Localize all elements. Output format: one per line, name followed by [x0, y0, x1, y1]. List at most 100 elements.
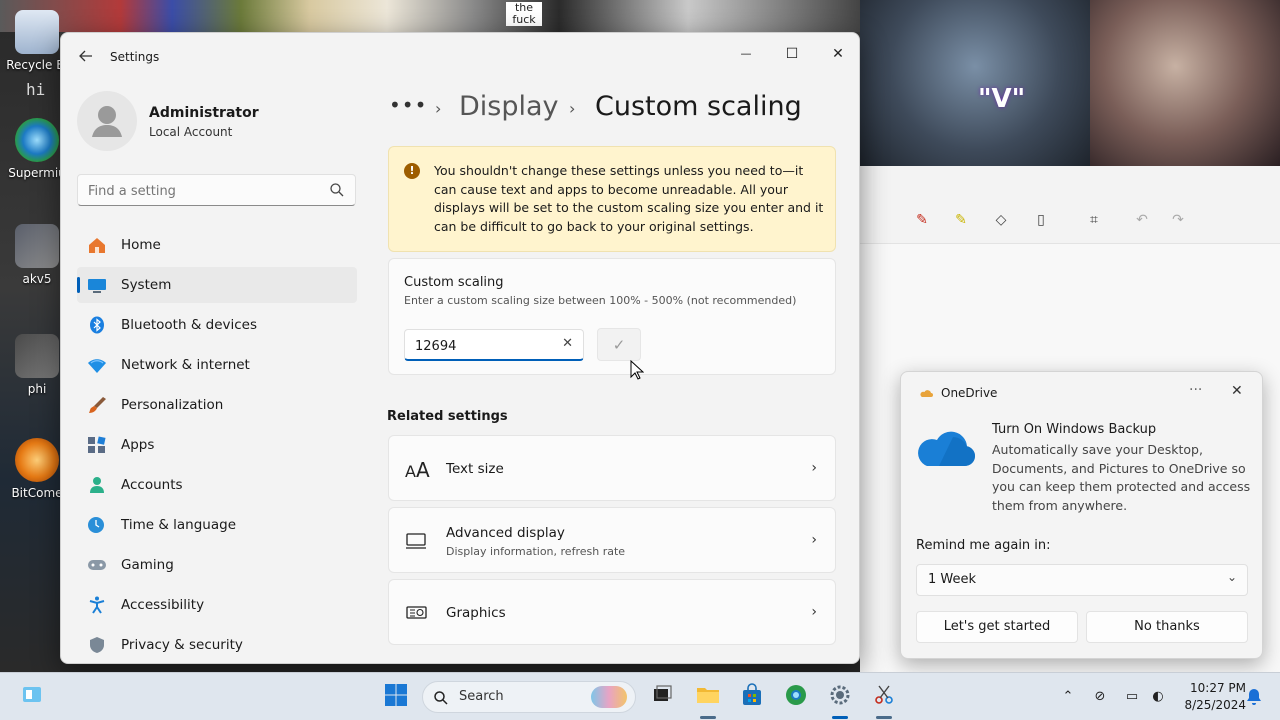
- toast-app-name: OneDrive: [941, 386, 998, 400]
- sidebar-item-label: System: [121, 277, 172, 293]
- sidebar-item-apps[interactable]: Apps: [77, 427, 357, 463]
- sidebar-item-label: Gaming: [121, 557, 174, 573]
- chevron-right-icon: ›: [569, 99, 576, 118]
- apps-icon: [88, 436, 106, 453]
- sidebar-item-network[interactable]: Network & internet: [77, 347, 357, 383]
- chevron-down-icon: ⌄: [1226, 570, 1237, 584]
- taskbar-clock[interactable]: 10:27 PM 8/25/2024: [1182, 680, 1246, 714]
- store-icon: [743, 683, 761, 705]
- browser-button[interactable]: [782, 683, 810, 711]
- text-size-row[interactable]: AA Text size ›: [388, 435, 836, 501]
- home-icon: [89, 238, 105, 253]
- settings-window: Settings — ☐ ✕ Administrator Local Accou…: [60, 32, 860, 664]
- breadcrumb-overflow[interactable]: •••: [389, 93, 427, 117]
- ruler-tool-icon[interactable]: ▯: [1029, 208, 1053, 232]
- browser-icon: [786, 685, 806, 705]
- warning-banner: ! You shouldn't change these settings un…: [388, 146, 836, 252]
- undo-icon[interactable]: ↶: [1130, 208, 1154, 232]
- account-name: Administrator: [149, 105, 259, 121]
- wallpaper-text-v: "V": [978, 84, 1026, 114]
- clear-icon[interactable]: ✕: [562, 336, 573, 351]
- back-button[interactable]: [75, 47, 97, 69]
- scissors-icon: [875, 685, 893, 704]
- show-hidden-icons-chevron-up-icon[interactable]: ⌃: [1058, 687, 1078, 707]
- display-icon[interactable]: ▭: [1122, 687, 1142, 707]
- gamepad-icon: [88, 560, 106, 570]
- recycle-bin-icon: [15, 10, 59, 54]
- bluetooth-icon: [90, 316, 104, 334]
- settings-search[interactable]: [77, 174, 356, 206]
- more-options-icon[interactable]: ···: [1189, 382, 1202, 398]
- mouse-cursor-icon: [630, 360, 644, 380]
- active-indicator: [876, 716, 892, 719]
- accessibility-icon: [89, 596, 105, 614]
- notification-bell-icon[interactable]: [1244, 687, 1264, 707]
- close-button[interactable]: ✕: [818, 39, 858, 69]
- sidebar-item-bluetooth[interactable]: Bluetooth & devices: [77, 307, 357, 343]
- file-explorer-button[interactable]: [694, 683, 722, 711]
- settings-search-input[interactable]: [88, 181, 318, 201]
- active-indicator: [700, 716, 716, 719]
- eraser-tool-icon[interactable]: ◇: [989, 208, 1013, 232]
- onedrive-notification: OneDrive ··· ✕ Turn On Windows Backup Au…: [900, 371, 1263, 659]
- widgets-button[interactable]: [18, 683, 46, 711]
- sidebar-item-accounts[interactable]: Accounts: [77, 467, 357, 503]
- task-view-button[interactable]: [648, 683, 676, 711]
- warning-text: You shouldn't change these settings unle…: [434, 163, 824, 234]
- user-icon: [92, 106, 122, 137]
- sidebar-item-system[interactable]: System: [77, 267, 357, 303]
- row-subtitle: Display information, refresh rate: [446, 545, 626, 558]
- sidebar-item-home[interactable]: Home: [77, 227, 357, 263]
- minimize-button[interactable]: —: [726, 39, 766, 69]
- custom-scaling-input[interactable]: [415, 336, 545, 356]
- graphics-row[interactable]: Graphics ›: [388, 579, 836, 645]
- taskbar-search[interactable]: Search: [422, 681, 636, 713]
- back-arrow-icon: [79, 50, 92, 62]
- custom-scaling-card: Custom scaling Enter a custom scaling si…: [388, 258, 836, 375]
- onedrive-small-icon: [920, 390, 933, 397]
- bitcomet-icon: [15, 438, 59, 482]
- account-header[interactable]: Administrator Local Account: [75, 89, 365, 159]
- network-disconnected-icon[interactable]: ⊘: [1090, 687, 1110, 707]
- sidebar-item-privacy[interactable]: Privacy & security: [77, 627, 357, 663]
- custom-scaling-field[interactable]: ✕: [404, 329, 584, 361]
- redo-icon[interactable]: ↷: [1166, 208, 1190, 232]
- sidebar-item-personalization[interactable]: Personalization: [77, 387, 357, 423]
- sidebar-item-label: Apps: [121, 437, 155, 453]
- sidebar-item-time-language[interactable]: Time & language: [77, 507, 357, 543]
- desktop-icon-label: BitCome: [11, 486, 63, 500]
- row-title: Advanced display: [446, 525, 565, 541]
- snipping-tool-button[interactable]: [870, 683, 898, 711]
- graphics-card-icon: [406, 606, 427, 619]
- page-title: Custom scaling: [595, 91, 802, 122]
- custom-scaling-title: Custom scaling: [404, 275, 504, 290]
- breadcrumb-display[interactable]: Display: [459, 91, 559, 122]
- lets-get-started-button[interactable]: Let's get started: [916, 611, 1078, 643]
- sidebar-item-accessibility[interactable]: Accessibility: [77, 587, 357, 623]
- store-button[interactable]: [738, 683, 766, 711]
- maximize-button[interactable]: ☐: [772, 39, 812, 69]
- avatar: [77, 91, 137, 151]
- windows-logo-icon: [385, 684, 407, 706]
- volume-icon[interactable]: ◐: [1148, 687, 1168, 707]
- chevron-right-icon: ›: [811, 532, 817, 548]
- toast-close-icon[interactable]: ✕: [1231, 383, 1243, 399]
- wallpaper-collage-top: [0, 0, 860, 32]
- no-thanks-button[interactable]: No thanks: [1086, 611, 1248, 643]
- pen-tool-icon[interactable]: ✎: [910, 208, 934, 232]
- advanced-display-row[interactable]: Advanced display Display information, re…: [388, 507, 836, 573]
- sidebar-item-gaming[interactable]: Gaming: [77, 547, 357, 583]
- row-title: Text size: [446, 461, 504, 477]
- supermium-icon: [15, 118, 59, 162]
- system-icon: [88, 279, 106, 293]
- toast-title: Turn On Windows Backup: [992, 422, 1157, 437]
- sidebar-item-label: Network & internet: [121, 357, 250, 373]
- highlighter-tool-icon[interactable]: ✎: [949, 208, 973, 232]
- start-button[interactable]: [382, 683, 410, 711]
- shield-icon: [90, 637, 104, 653]
- crop-tool-icon[interactable]: ⌗: [1082, 208, 1106, 232]
- settings-taskbar-button[interactable]: [826, 683, 854, 711]
- remind-dropdown[interactable]: 1 Week ⌄: [916, 564, 1248, 596]
- apply-button[interactable]: ✓: [597, 328, 641, 361]
- wallpaper-portrait: [860, 0, 1090, 166]
